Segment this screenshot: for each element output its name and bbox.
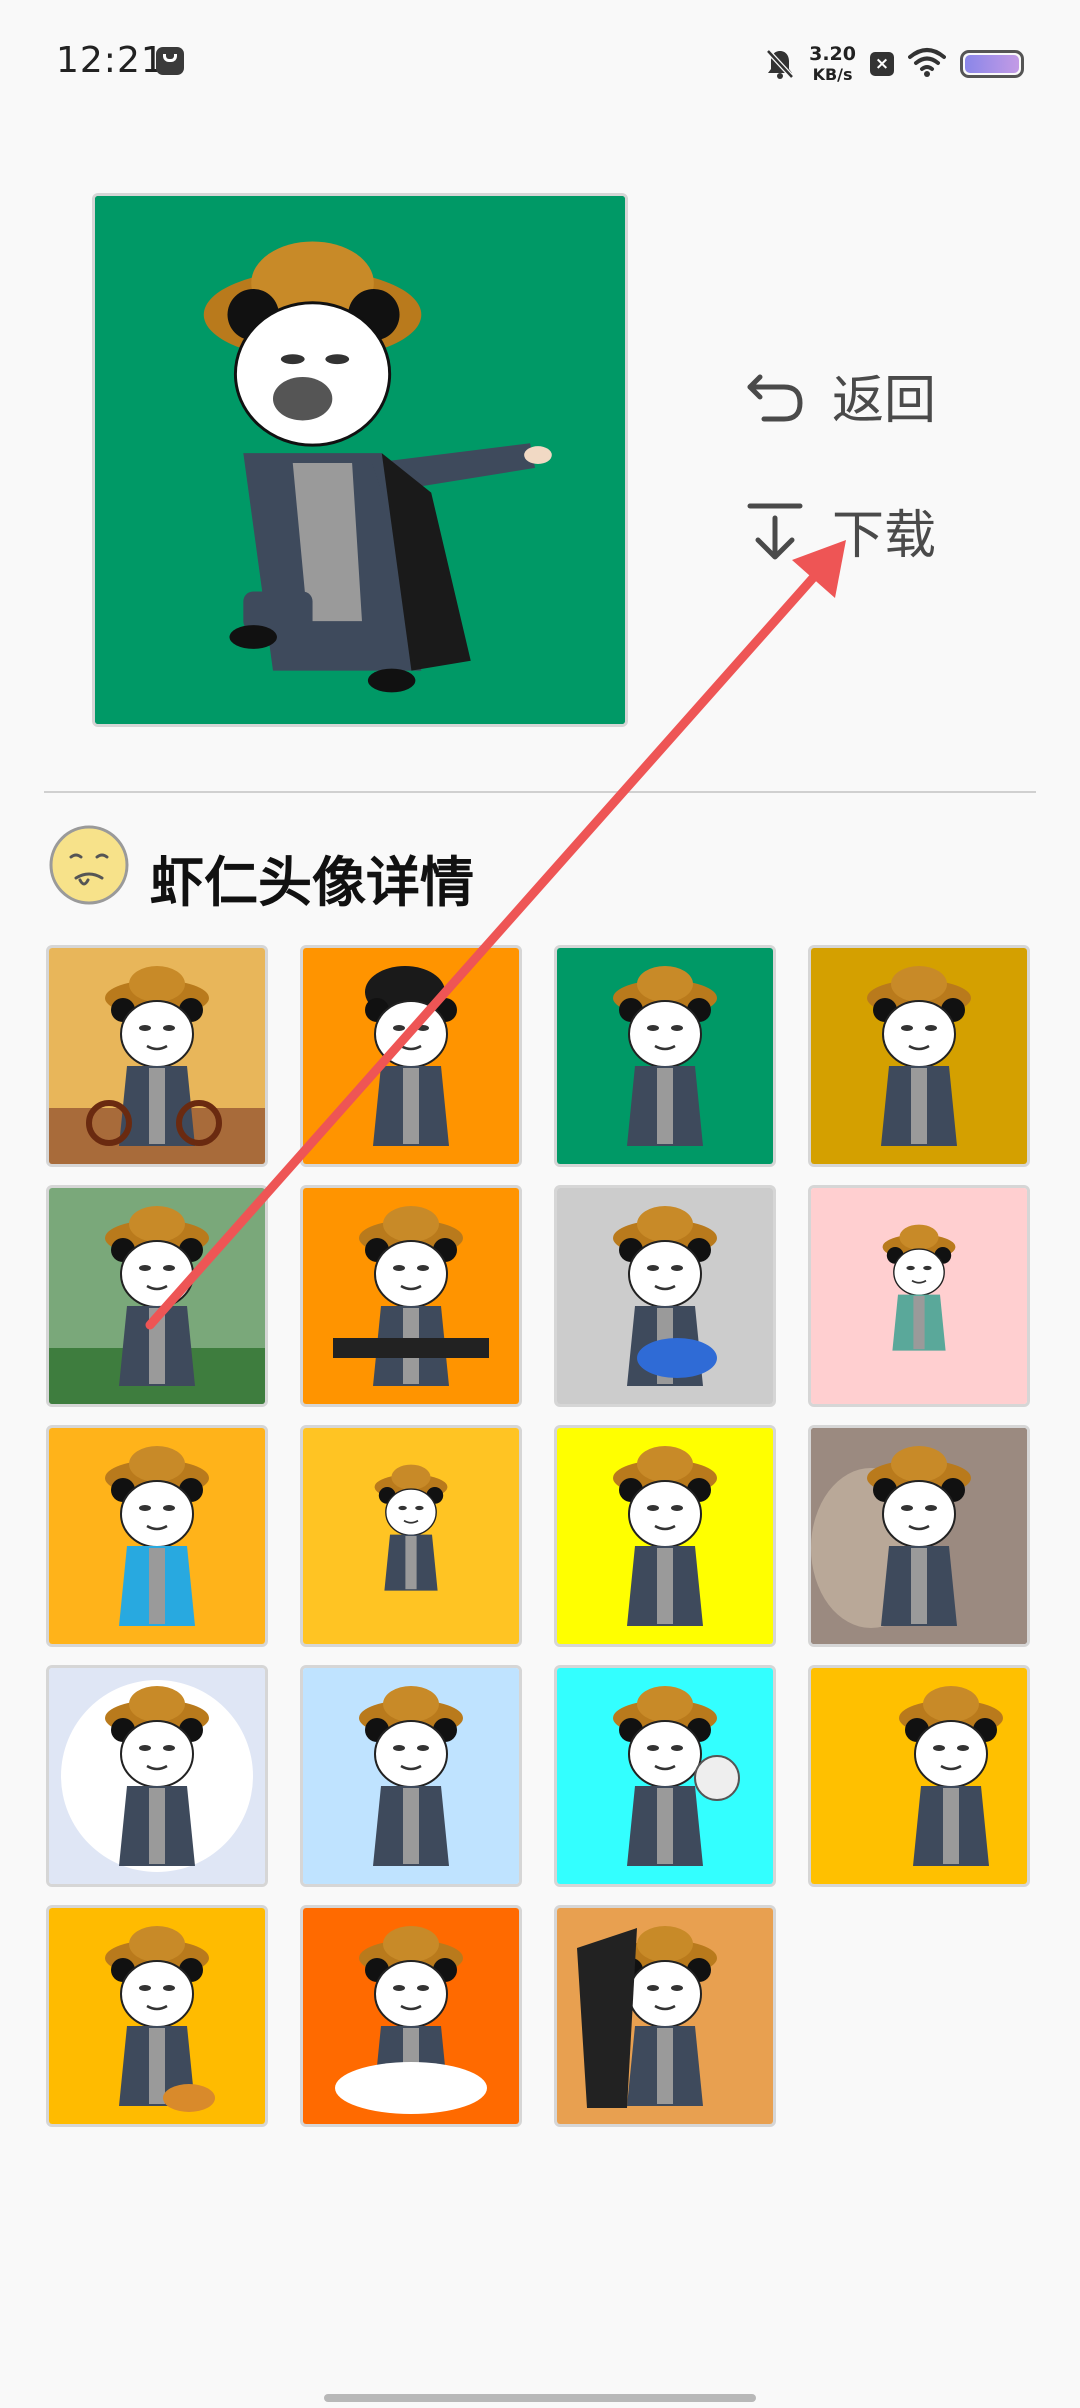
avatar-tile[interactable] bbox=[46, 1905, 268, 2127]
network-speed-unit: KB/s bbox=[812, 65, 853, 84]
avatar-tile[interactable] bbox=[46, 1665, 268, 1887]
status-icons: 3.20 KB/s × bbox=[765, 44, 1024, 84]
avatar-image bbox=[557, 1908, 773, 2124]
battery-fill bbox=[965, 55, 1019, 73]
avatar-tile[interactable] bbox=[808, 945, 1030, 1167]
avatar-image bbox=[811, 1188, 1027, 1404]
network-speed: 3.20 KB/s bbox=[809, 45, 856, 83]
section-title: 虾仁头像详情 bbox=[150, 851, 474, 914]
avatar-tile[interactable] bbox=[554, 1905, 776, 2127]
avatar-image bbox=[811, 1668, 1027, 1884]
avatar-tile[interactable] bbox=[554, 1425, 776, 1647]
wifi-icon bbox=[908, 47, 946, 81]
section-divider bbox=[44, 791, 1036, 793]
back-label: 返回 bbox=[832, 371, 937, 431]
avatar-tile[interactable] bbox=[554, 1185, 776, 1407]
avatar-image bbox=[303, 1428, 519, 1644]
avatar-image bbox=[49, 1428, 265, 1644]
avatar-image bbox=[49, 1188, 265, 1404]
download-icon bbox=[746, 500, 804, 562]
avatar-tile[interactable] bbox=[808, 1425, 1030, 1647]
avatar-tile[interactable] bbox=[300, 945, 522, 1167]
avatar-image bbox=[49, 948, 265, 1164]
avatar-tile[interactable] bbox=[554, 945, 776, 1167]
avatar-tile[interactable] bbox=[554, 1665, 776, 1887]
avatar-tile[interactable] bbox=[46, 945, 268, 1167]
status-time: 12:21 bbox=[56, 40, 165, 81]
avatar-tile[interactable] bbox=[300, 1425, 522, 1647]
message-icon bbox=[156, 47, 184, 75]
avatar-tile[interactable] bbox=[300, 1665, 522, 1887]
avatar-image bbox=[557, 1428, 773, 1644]
avatar-tile[interactable] bbox=[808, 1665, 1030, 1887]
avatar-image bbox=[811, 1428, 1027, 1644]
undo-arrow-icon bbox=[746, 367, 804, 425]
back-button[interactable]: 返回 bbox=[746, 358, 936, 433]
avatar-preview-image bbox=[92, 193, 628, 727]
avatar-image bbox=[303, 948, 519, 1164]
network-speed-value: 3.20 bbox=[809, 43, 856, 65]
battery-icon bbox=[960, 50, 1024, 78]
bell-off-icon bbox=[765, 48, 795, 80]
download-button[interactable]: 下载 bbox=[746, 493, 936, 568]
avatar-tile[interactable] bbox=[300, 1185, 522, 1407]
avatar-image bbox=[557, 948, 773, 1164]
avatar-image bbox=[303, 1908, 519, 2124]
status-bar: 12:21 3.20 KB/s × bbox=[0, 0, 1080, 126]
home-indicator[interactable] bbox=[324, 2394, 756, 2402]
avatar-image bbox=[303, 1668, 519, 1884]
avatar-image bbox=[557, 1668, 773, 1884]
avatar-tile[interactable] bbox=[46, 1185, 268, 1407]
avatar-image bbox=[557, 1188, 773, 1404]
avatar-image bbox=[49, 1908, 265, 2124]
avatar-tile[interactable] bbox=[46, 1425, 268, 1647]
avatar-image bbox=[303, 1188, 519, 1404]
download-label: 下载 bbox=[832, 506, 937, 566]
avatar-tile[interactable] bbox=[808, 1185, 1030, 1407]
drooling-face-icon bbox=[46, 822, 132, 908]
close-box-icon: × bbox=[870, 52, 894, 76]
panda-meme-image bbox=[95, 196, 625, 724]
avatar-grid bbox=[46, 945, 1036, 2127]
avatar-image bbox=[49, 1668, 265, 1884]
avatar-image bbox=[811, 948, 1027, 1164]
avatar-tile[interactable] bbox=[300, 1905, 522, 2127]
